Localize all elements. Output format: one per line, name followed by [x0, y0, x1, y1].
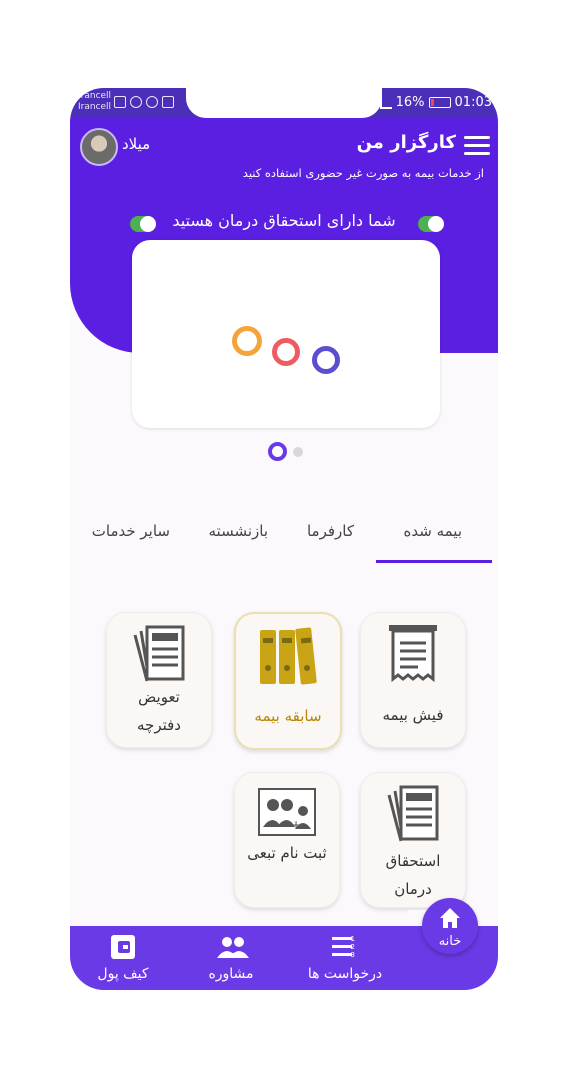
tile-insurance-history[interactable]: سابقه بیمه: [234, 612, 342, 750]
carrier-info: Irancell Irancell: [78, 91, 111, 113]
people-icon: [217, 937, 249, 958]
tab-other-services[interactable]: سایر خدمات: [92, 522, 170, 540]
tile-label: ثبت نام تبعی: [247, 844, 327, 862]
nav-label: درخواست ها: [307, 966, 383, 982]
loader-dot-orange: [232, 326, 262, 356]
loader-dot-red: [272, 338, 300, 366]
loader-dot-blue: [312, 346, 340, 374]
nav-label: خانه: [438, 934, 462, 949]
notification-icons: [114, 96, 174, 108]
active-tab-indicator: [376, 560, 492, 563]
notch: [186, 88, 382, 118]
phone-frame: Irancell Irancell 16% 01:03 کارگزار من ا…: [70, 88, 498, 990]
eligibility-status: شما دارای استحقاق درمان هستید: [70, 208, 498, 236]
nav-requests[interactable]: 1 2 3 درخواست ها: [300, 926, 390, 990]
battery-percent: 16%: [395, 95, 425, 110]
tile-booklet-renewal[interactable]: تعویض دفترچه: [106, 612, 212, 748]
wallet-icon: [111, 935, 135, 959]
loading-animation: [232, 326, 342, 376]
nav-label: مشاوره: [208, 966, 254, 982]
svg-text:1: 1: [351, 935, 355, 943]
calendar-icon: [114, 96, 126, 108]
status-toggle-right: [418, 216, 444, 232]
tile-label: فیش بیمه: [382, 706, 444, 724]
tile-label: سابقه بیمه: [254, 707, 322, 725]
documents-icon: [387, 785, 439, 842]
carousel-indicator: [268, 442, 303, 461]
home-icon: [440, 908, 460, 928]
carousel-dot[interactable]: [293, 446, 303, 457]
tab-employer[interactable]: کارفرما: [307, 522, 354, 540]
header-subtitle: از خدمات بیمه به صورت غیر حضوری استفاده …: [242, 166, 484, 180]
status-right: 16% 01:03: [379, 95, 492, 110]
svg-text:+: +: [291, 818, 301, 832]
signal-icon: [379, 96, 392, 109]
tile-label: تعویض دفترچه: [137, 688, 181, 734]
mail-icon: [162, 96, 174, 108]
nav-wallet[interactable]: کیف پول: [78, 926, 168, 990]
numbered-list-icon: 1 2 3: [332, 935, 355, 959]
family-register-icon: +: [258, 788, 316, 836]
tile-dependent-registration[interactable]: + ثبت نام تبعی: [234, 772, 340, 908]
binders-icon: [260, 627, 317, 685]
username: میلاد: [122, 135, 151, 153]
menu-icon[interactable]: [464, 136, 490, 156]
nav-label: کیف پول: [97, 966, 149, 982]
circle-icon: [130, 96, 142, 108]
banner-card[interactable]: [132, 240, 440, 428]
tile-label: استحقاق درمان: [385, 852, 441, 898]
carrier-line-1: Irancell: [78, 91, 112, 101]
carousel-dot-active[interactable]: [268, 442, 287, 461]
status-bar: Irancell Irancell 16% 01:03: [70, 88, 498, 118]
tab-insured[interactable]: بیمه شده: [404, 522, 462, 540]
nav-home-button[interactable]: خانه: [422, 898, 478, 954]
tab-bar: بیمه شده کارفرما بازنشسته سایر خدمات: [70, 508, 498, 564]
avatar[interactable]: [80, 128, 118, 166]
nav-consultation[interactable]: مشاوره: [186, 926, 276, 990]
tab-retired[interactable]: بازنشسته: [209, 522, 269, 540]
carrier-line-2: Irancell: [78, 102, 112, 112]
svg-text:2: 2: [351, 943, 355, 951]
whatsapp-icon: [146, 96, 158, 108]
app-title: کارگزار من: [356, 132, 456, 153]
tile-insurance-receipt[interactable]: فیش بیمه: [360, 612, 466, 748]
svg-text:3: 3: [351, 951, 355, 959]
receipt-icon: [389, 625, 437, 683]
battery-icon: [428, 97, 451, 108]
tile-treatment-eligibility[interactable]: استحقاق درمان: [360, 772, 466, 908]
documents-icon: [133, 625, 185, 682]
clock: 01:03: [454, 95, 492, 110]
